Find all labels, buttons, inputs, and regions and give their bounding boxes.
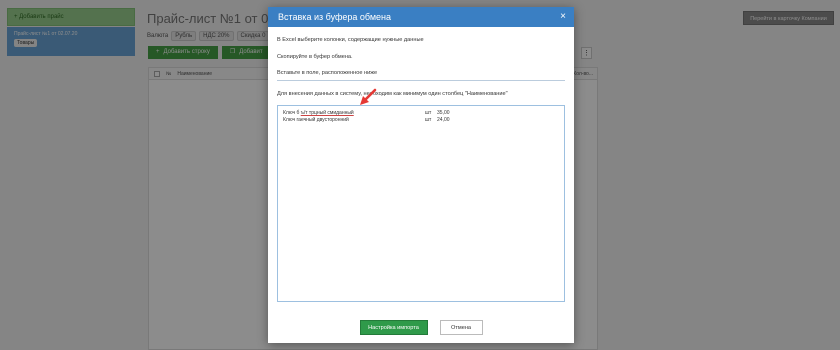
- import-settings-button[interactable]: Настройка импорта: [359, 320, 428, 335]
- instruction-note: Для внесения данных в систему, необходим…: [277, 91, 508, 97]
- paste-cell-unit: шт: [425, 116, 432, 123]
- dialog-footer: Настройка импорта Отмена: [268, 320, 574, 335]
- instruction-step-2: Скопируйте в буфер обмена.: [277, 54, 353, 60]
- dialog-header: Вставка из буфера обмена: [268, 7, 574, 27]
- cancel-button[interactable]: Отмена: [439, 320, 483, 335]
- paste-cell-name: Ключ гаечный двусторонний: [283, 116, 349, 123]
- paste-textarea[interactable]: Ключ б ъ/т трцный смиданный шт 35,00 Клю…: [277, 105, 565, 302]
- paste-from-clipboard-dialog: Вставка из буфера обмена × В Excel выбер…: [268, 7, 574, 343]
- annotation-arrow-icon: [360, 88, 377, 105]
- close-icon[interactable]: ×: [560, 11, 566, 22]
- instruction-step-1: В Excel выберите колонки, содержащие нуж…: [277, 37, 424, 43]
- instruction-step-3: Вставьте в поле, расположенное ниже: [277, 70, 378, 76]
- divider: [277, 80, 565, 81]
- paste-cell-price: 24,00: [437, 116, 450, 123]
- paste-row: Ключ гаечный двусторонний шт 24,00: [283, 117, 559, 124]
- dialog-title: Вставка из буфера обмена: [278, 12, 392, 22]
